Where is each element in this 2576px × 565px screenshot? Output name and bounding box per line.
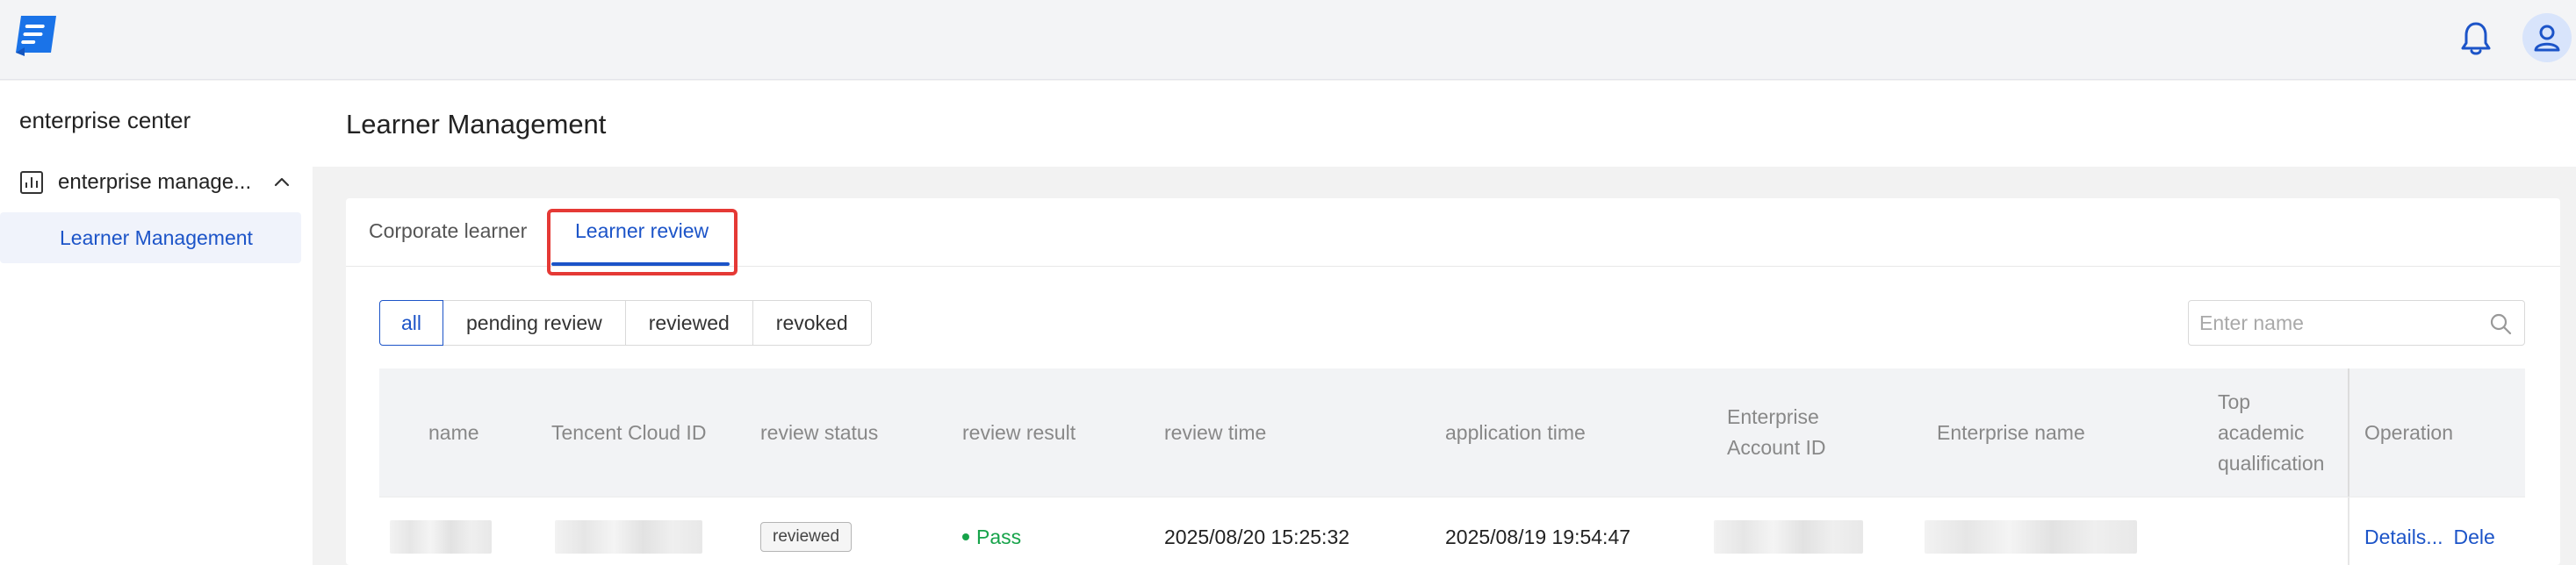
bell-icon[interactable] — [2458, 19, 2493, 56]
sidebar: enterprise center enterprise manage... L… — [0, 81, 313, 565]
review-result-pass: Pass — [962, 526, 1021, 549]
redacted-value — [1925, 520, 2137, 554]
sidebar-title: enterprise center — [19, 107, 191, 133]
details-link[interactable]: Details... — [2364, 526, 2443, 549]
column-header-review-time: review time — [1164, 420, 1267, 444]
column-header-name: name — [428, 420, 479, 444]
logo-icon[interactable] — [12, 12, 60, 60]
cell-tencent-cloud-id — [555, 497, 702, 565]
cell-review-time: 2025/08/20 15:25:32 — [1164, 525, 1350, 548]
user-avatar[interactable] — [2522, 13, 2572, 62]
learner-review-table: name Tencent Cloud ID review status revi… — [379, 368, 2525, 565]
chevron-up-icon[interactable] — [272, 173, 291, 192]
page-header: Learner Management — [313, 81, 2576, 167]
cell-review-status: reviewed — [760, 497, 853, 565]
column-header-application-time: application time — [1445, 420, 1586, 444]
tab-bar: Corporate learner Learner review — [346, 198, 2560, 275]
cell-application-time: 2025/08/19 19:54:47 — [1445, 525, 1631, 548]
redacted-value — [390, 520, 492, 554]
status-dot-icon — [962, 533, 969, 540]
delete-link[interactable]: Dele — [2453, 526, 2494, 549]
sidebar-group-enterprise-management[interactable]: enterprise manage... — [19, 165, 291, 200]
tab-highlight-box — [547, 209, 738, 275]
fixed-column-divider — [2348, 368, 2349, 497]
column-header-enterprise-name: Enterprise name — [1937, 420, 2085, 444]
fixed-column-divider — [2348, 497, 2349, 565]
column-header-review-status: review status — [760, 420, 879, 444]
content-card: Corporate learner Learner review all pen… — [346, 198, 2560, 565]
status-badge: reviewed — [760, 522, 853, 552]
cell-name — [390, 497, 492, 565]
page-title: Learner Management — [346, 109, 607, 139]
cell-operation: Details... Dele — [2364, 497, 2525, 565]
cell-enterprise-name — [1925, 497, 2137, 565]
sidebar-item-label: Learner Management — [60, 226, 253, 249]
table-row: reviewed Pass 2025/08/20 15:25:32 2025/0… — [379, 497, 2525, 565]
filter-reviewed-button[interactable]: reviewed — [624, 300, 753, 346]
bar-chart-icon — [20, 171, 43, 194]
column-header-enterprise-account-id: Enterprise Account ID — [1727, 405, 1826, 459]
user-avatar-icon — [2534, 25, 2560, 52]
sidebar-group-label: enterprise manage... — [58, 170, 252, 194]
filter-revoked-button[interactable]: revoked — [752, 300, 872, 346]
cell-enterprise-account-id — [1714, 497, 1863, 565]
column-header-operation: Operation — [2364, 420, 2454, 444]
review-result-label: Pass — [976, 525, 1022, 548]
column-header-review-result: review result — [962, 420, 1076, 444]
column-header-tencent-cloud-id: Tencent Cloud ID — [551, 420, 707, 444]
search-icon[interactable] — [2489, 312, 2512, 335]
search-box — [2188, 300, 2525, 346]
filter-all-button[interactable]: all — [379, 300, 444, 346]
redacted-value — [555, 520, 702, 554]
column-header-top-academic-qualification: Top academic qualification — [2218, 390, 2325, 475]
cell-review-result: Pass — [962, 497, 1021, 565]
filter-pending-review-button[interactable]: pending review — [443, 300, 626, 346]
search-input[interactable] — [2199, 310, 2480, 336]
sidebar-item-learner-management[interactable]: Learner Management — [0, 212, 301, 263]
table-header: name Tencent Cloud ID review status revi… — [379, 368, 2525, 497]
top-bar — [0, 0, 2576, 80]
redacted-value — [1714, 520, 1863, 554]
status-filter-group: all pending review reviewed revoked — [379, 300, 872, 346]
tab-corporate-learner[interactable]: Corporate learner — [369, 219, 527, 243]
